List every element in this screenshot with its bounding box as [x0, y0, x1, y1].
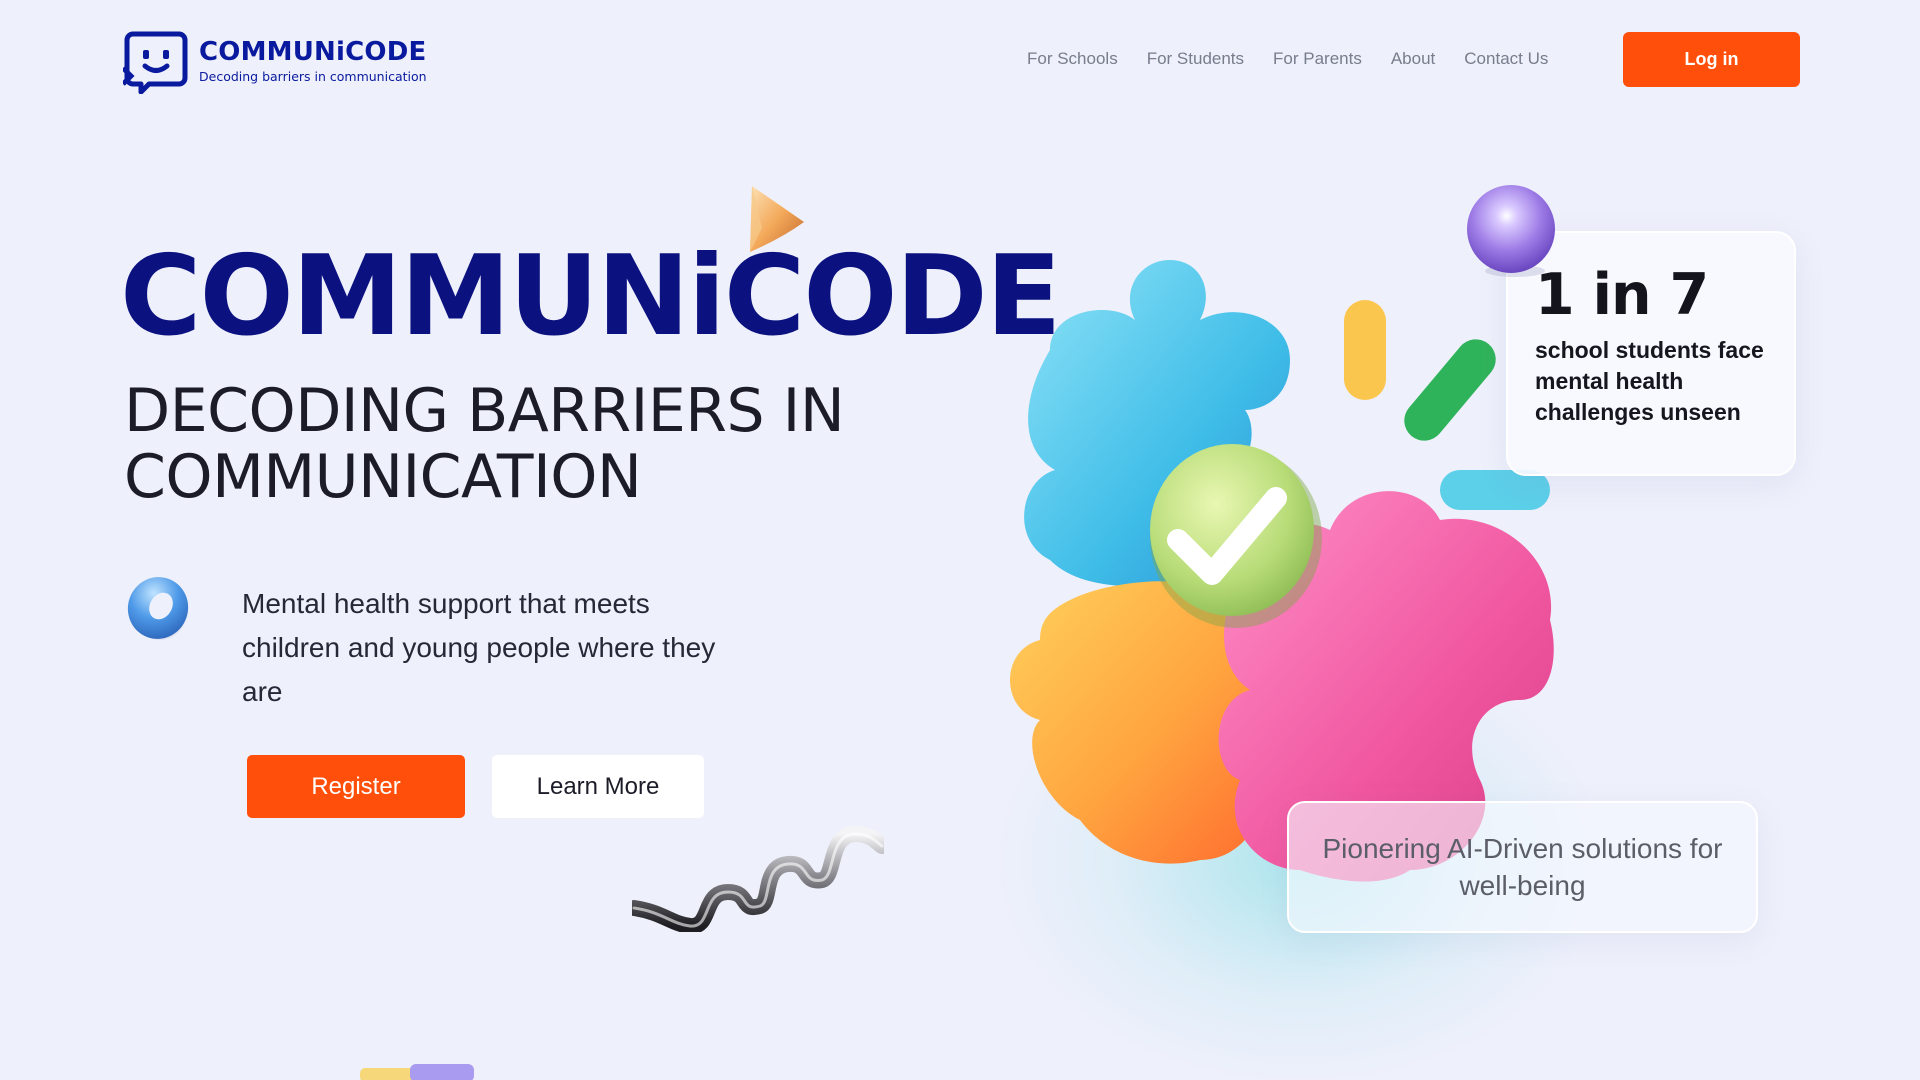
pioneer-text: Pionering AI-Driven solutions for well-b… — [1322, 833, 1723, 901]
hero-subtitle-line-1: DECODING BARRIERS IN — [124, 376, 845, 446]
pioneer-card: Pionering AI-Driven solutions for well-b… — [1287, 801, 1758, 933]
logo-text: COMMUNiCODE Decoding barriers in communi… — [199, 38, 427, 84]
stat-text: school students face mental health chall… — [1535, 337, 1764, 425]
nav-for-schools[interactable]: For Schools — [1027, 48, 1118, 70]
spring-coil-icon — [632, 825, 884, 932]
hero-description: Mental health support that meets childre… — [242, 588, 716, 707]
hero-subtitle: DECODING BARRIERS IN COMMUNICATION — [124, 378, 924, 510]
nav-for-students[interactable]: For Students — [1147, 48, 1244, 70]
nav-contact-us[interactable]: Contact Us — [1464, 48, 1548, 70]
purple-sphere-icon — [1467, 185, 1555, 277]
nav-about[interactable]: About — [1391, 48, 1435, 70]
main-nav: For Schools For Students For Parents Abo… — [1027, 48, 1577, 70]
stat-value: 1 in 7 — [1535, 262, 1709, 328]
logo-name: COMMUNiCODE — [199, 37, 427, 67]
torus-ring-icon — [127, 577, 189, 640]
hero-subtitle-line-2: COMMUNICATION — [124, 442, 642, 512]
login-button[interactable]: Log in — [1623, 32, 1800, 87]
chat-face-icon — [123, 31, 188, 94]
register-button[interactable]: Register — [247, 755, 465, 818]
bottom-blocks-shape — [360, 1064, 474, 1080]
nav-for-parents[interactable]: For Parents — [1273, 48, 1362, 70]
logo-tagline: Decoding barriers in communication — [199, 69, 427, 84]
hero-title: COMMUNiCODE — [120, 232, 1062, 361]
logo[interactable]: COMMUNiCODE Decoding barriers in communi… — [123, 28, 427, 94]
site-header: COMMUNiCODE Decoding barriers in communi… — [0, 0, 1920, 120]
